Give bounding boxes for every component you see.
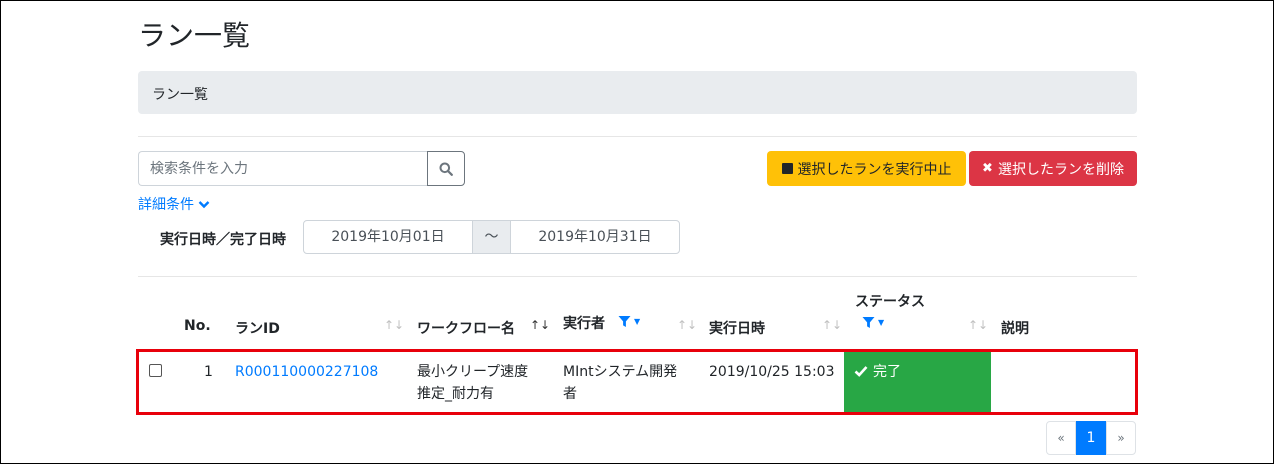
row-no: 1 [204,364,213,380]
delete-selected-runs-button[interactable]: ✖ 選択したランを削除 [969,151,1137,186]
date-range-separator: ～ [472,220,511,254]
date-to-input[interactable]: 2019年10月31日 [510,220,680,254]
workflow-name-line2: 推定_耐力有 [417,386,494,402]
pagination-next[interactable]: » [1106,421,1136,455]
page-title: ラン一覧 [138,19,251,52]
sort-ascending-icon[interactable]: ↑↓ [530,318,550,332]
date-filter-label: 実行日時／完了日時 [160,232,286,248]
delete-button-label: 選択したランを削除 [997,161,1124,178]
search-input[interactable] [138,151,427,186]
row-select-checkbox[interactable] [149,364,162,377]
search-group [138,151,465,186]
divider [138,136,1137,137]
exec-datetime: 2019/10/25 15:03 [709,364,835,380]
sort-icon[interactable]: ↑↓ [968,318,988,332]
breadcrumb-item: ラン一覧 [152,87,208,103]
column-header-exec-datetime[interactable]: 実行日時 [709,318,765,338]
pagination: « 1 » [1046,421,1136,455]
filter-icon [618,316,631,327]
column-header-status[interactable]: ステータス [855,291,925,311]
executor-line2: 者 [563,386,577,402]
date-from-input[interactable]: 2019年10月01日 [303,220,473,254]
detail-conditions-toggle[interactable]: 詳細条件 [138,194,210,214]
pagination-page[interactable]: 1 [1076,421,1106,455]
search-icon [439,162,453,176]
run-id-link[interactable]: R000110000227108 [235,361,378,383]
stop-button-label: 選択したランを実行中止 [797,161,952,178]
column-header-executor[interactable]: 実行者 [563,313,605,333]
column-header-description: 説明 [1001,321,1029,337]
executor-filter[interactable]: ▼ [618,315,640,328]
stop-selected-runs-button[interactable]: 選択したランを実行中止 [767,151,966,186]
caret-down-icon: ▼ [878,318,885,327]
sort-icon[interactable]: ↑↓ [822,318,842,332]
pagination-prev[interactable]: « [1046,421,1076,455]
executor-line1: MIntシステム開発 [563,364,678,380]
divider [138,276,1137,277]
search-button[interactable] [427,151,465,186]
detail-conditions-label: 詳細条件 [138,197,194,213]
caret-down-icon: ▼ [634,317,641,326]
status-badge: 完了 [844,352,991,412]
sort-icon[interactable]: ↑↓ [384,318,404,332]
check-icon [854,366,868,377]
chevron-down-icon [198,200,210,208]
status-label: 完了 [873,364,901,380]
column-header-workflow[interactable]: ワークフロー名 [417,318,515,338]
filter-icon [862,317,875,328]
sort-icon[interactable]: ↑↓ [677,318,697,332]
column-header-no: No. [184,318,211,334]
stop-icon [781,163,793,174]
column-header-run-id[interactable]: ランID [235,318,280,338]
workflow-name-line1: 最小クリープ速度 [417,364,529,380]
breadcrumb: ラン一覧 [138,71,1137,114]
status-filter[interactable]: ▼ [862,316,884,329]
close-icon: ✖ [982,161,993,176]
